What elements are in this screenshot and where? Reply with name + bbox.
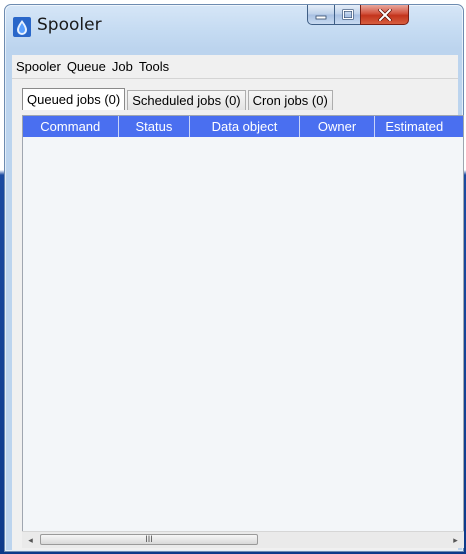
column-header-status[interactable]: Status	[119, 116, 191, 137]
close-icon	[377, 8, 392, 21]
scrollbar-thumb[interactable]: III	[40, 534, 258, 545]
spooler-app-icon	[13, 17, 31, 37]
tab-queued-jobs[interactable]: Queued jobs (0)	[22, 88, 126, 110]
client-area: Queued jobs (0) Scheduled jobs (0) Cron …	[12, 79, 464, 550]
grip-icon: III	[145, 534, 153, 544]
maximize-icon	[341, 9, 354, 20]
scroll-left-button[interactable]: ◂	[22, 532, 39, 548]
scroll-left-icon: ◂	[28, 534, 33, 545]
horizontal-scrollbar[interactable]: ◂ III ▸	[22, 531, 464, 548]
close-button[interactable]	[360, 5, 409, 25]
table-header: Command Status Data object Owner Estimat…	[23, 116, 463, 137]
tab-cron-jobs[interactable]: Cron jobs (0)	[247, 90, 333, 110]
title-bar[interactable]: Spooler	[5, 5, 463, 49]
column-header-data-object[interactable]: Data object	[190, 116, 300, 137]
window-title: Spooler	[37, 15, 102, 35]
job-tabs: Queued jobs (0) Scheduled jobs (0) Cron …	[22, 88, 335, 110]
menu-queue[interactable]: Queue	[64, 59, 109, 74]
menu-tools[interactable]: Tools	[136, 59, 172, 74]
minimize-button[interactable]	[307, 5, 335, 25]
menu-job[interactable]: Job	[109, 59, 136, 74]
maximize-button[interactable]	[334, 5, 361, 25]
jobs-table[interactable]: Command Status Data object Owner Estimat…	[22, 115, 464, 539]
menu-bar: Spooler Queue Job Tools	[12, 55, 458, 79]
menu-spooler[interactable]: Spooler	[12, 59, 64, 74]
minimize-icon	[315, 15, 327, 19]
tab-scheduled-jobs[interactable]: Scheduled jobs (0)	[127, 90, 246, 110]
column-header-command[interactable]: Command	[23, 116, 119, 137]
scroll-right-icon: ▸	[453, 534, 458, 545]
scroll-right-button[interactable]: ▸	[447, 532, 464, 548]
spooler-window: Spooler Spooler Queue Job Tools Queued j…	[4, 4, 464, 552]
column-header-owner[interactable]: Owner	[300, 116, 376, 137]
column-header-estimated[interactable]: Estimated	[375, 116, 463, 137]
